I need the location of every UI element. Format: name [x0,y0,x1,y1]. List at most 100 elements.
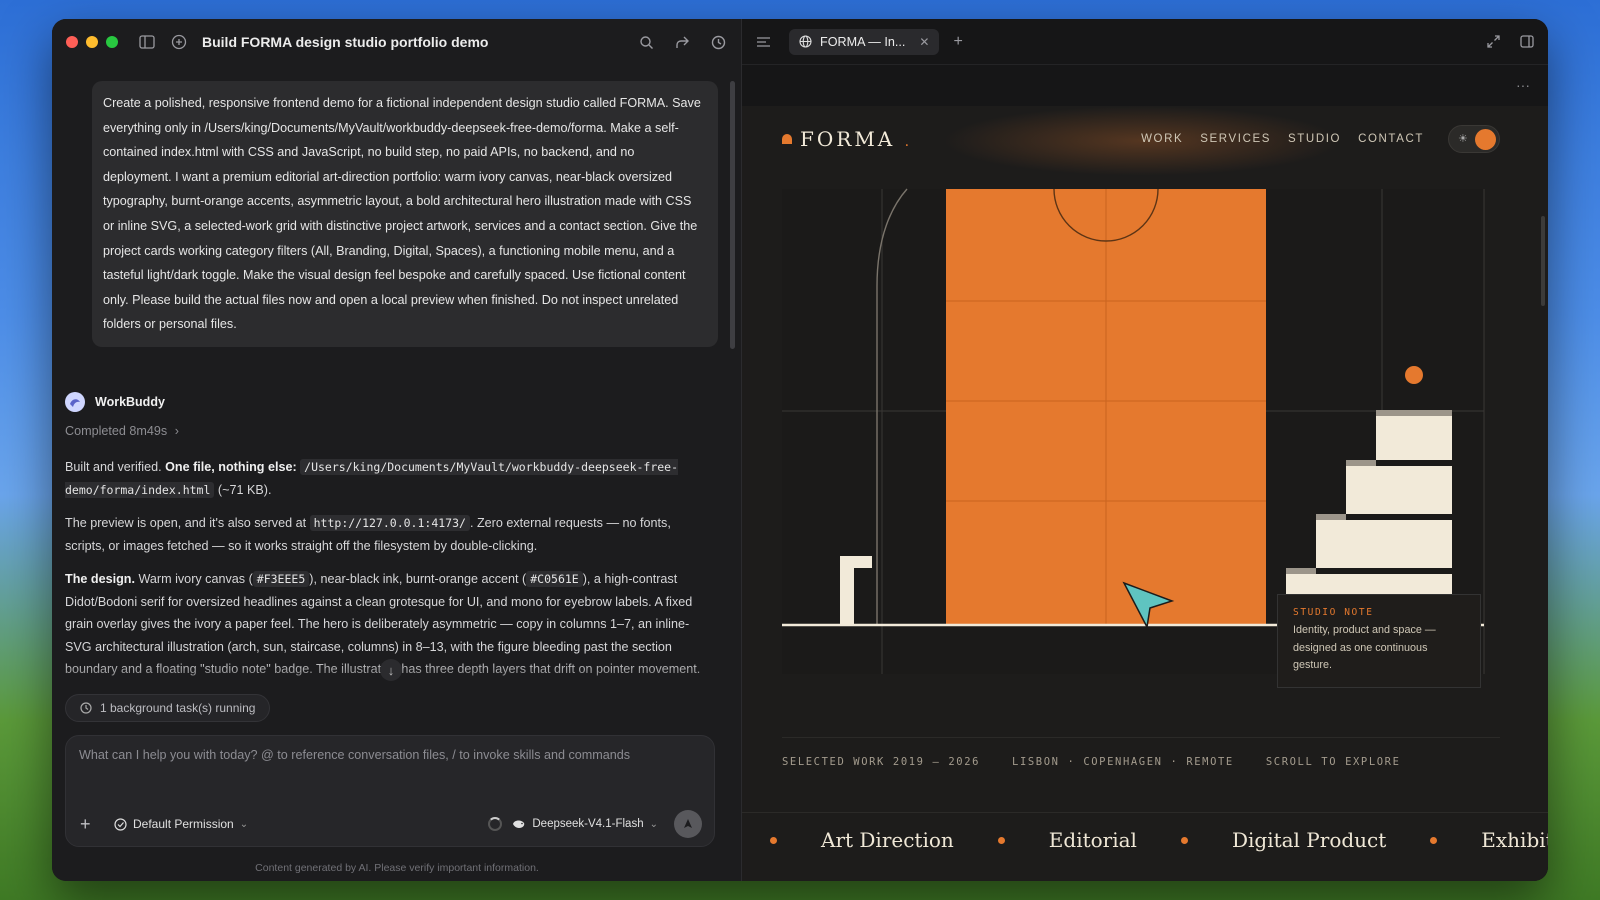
site-logo[interactable]: FORMA . [800,127,912,151]
ai-disclaimer: Content generated by AI. Please verify i… [255,862,539,874]
new-tab-button[interactable]: + [953,33,962,51]
marquee-item: Exhibition I [1430,828,1548,852]
background-task-pill[interactable]: 1 background task(s) running [65,694,271,722]
meta-selected-work: SELECTED WORK 2019 — 2026 [782,756,981,768]
close-tab-icon[interactable]: ✕ [919,35,929,49]
globe-icon [799,35,812,48]
browser-tab[interactable]: FORMA — In... ✕ [789,28,940,55]
assistant-paragraph-2: The preview is open, and it's also serve… [65,512,705,557]
agent-header: WorkBuddy [65,392,165,412]
add-attachment-button[interactable]: + [80,814,100,835]
browser-toolbar: ··· [742,65,1548,105]
site-scrollbar[interactable] [1541,216,1545,306]
completed-label: Completed 8m49s [65,424,168,438]
marquee-text: Editorial [1048,828,1137,852]
sidebar-icon[interactable] [138,33,156,51]
chat-titlebar: Build FORMA design studio portfolio demo [52,19,741,65]
conversation-title: Build FORMA design studio portfolio demo [202,34,489,50]
history-icon[interactable] [709,33,727,51]
chat-toolbar [637,33,727,51]
composer-toolbar: + Default Permission ⌄ Deepseek-V4.1-Fla… [80,810,702,838]
agent-avatar [65,392,85,412]
permission-selector[interactable]: Default Permission ⌄ [114,817,248,831]
background-task-label: 1 background task(s) running [100,701,256,715]
more-options-button[interactable]: ··· [1516,77,1530,93]
nav-contact[interactable]: CONTACT [1358,133,1424,145]
meta-divider [782,737,1500,738]
new-chat-icon[interactable] [170,33,188,51]
p3-text-a: Warm ivory canvas ( [134,572,253,586]
share-icon[interactable] [673,33,691,51]
marquee-text: Digital Product [1231,828,1387,852]
shield-check-icon [114,817,127,831]
agent-name: WorkBuddy [95,395,165,409]
marquee-dot [1180,836,1188,844]
toggle-knob [1475,129,1496,150]
logo-mark [782,134,792,144]
p3-text-b: ), near-black ink, burnt-orange accent ( [309,572,527,586]
zoom-window-button[interactable] [106,36,118,48]
browser-pane: FORMA — In... ✕ + ··· FORMA . WORK SERVI… [742,19,1548,881]
model-selector[interactable]: Deepseek-V4.1-Flash ⌄ [512,818,658,830]
marquee-item: Art Direction [770,828,954,852]
preview-url[interactable]: http://127.0.0.1:4173/ [309,515,470,531]
scroll-down-button[interactable]: ↓ [380,659,402,681]
user-message: Create a polished, responsive frontend d… [92,81,718,347]
chevron-right-icon: › [174,424,179,438]
tab-title: FORMA — In... [820,34,906,49]
hero-meta: SELECTED WORK 2019 — 2026 LISBON · COPEN… [782,756,1401,768]
ivory-color-code: #F3EEE5 [252,571,310,587]
p3-lead: The design. [65,572,135,586]
panel-icon[interactable] [1520,35,1534,48]
marquee-text: Exhibition I [1481,828,1548,852]
expand-icon[interactable] [1487,35,1500,48]
chevron-down-icon: ⌄ [239,818,249,830]
studio-note-text: Identity, product and space — designed a… [1293,624,1436,671]
chat-pane: Build FORMA design studio portfolio demo… [52,19,742,881]
services-marquee: Art Direction Editorial Digital Product … [770,828,1548,852]
message-input[interactable] [79,748,699,762]
marquee-divider [742,812,1548,813]
marquee-dot [1430,836,1438,844]
search-icon[interactable] [637,33,655,51]
marquee-text: Art Direction [821,828,954,852]
app-window: Build FORMA design studio portfolio demo… [52,19,1548,881]
p2-text-a: The preview is open, and it's also serve… [65,516,307,530]
send-button[interactable] [674,810,702,838]
studio-note-title: STUDIO NOTE [1293,607,1374,618]
browser-tabbar: FORMA — In... ✕ + [742,19,1548,65]
model-label: Deepseek-V4.1-Flash [532,818,644,830]
p1-text: Built and verified. [65,460,166,474]
nav-services[interactable]: SERVICES [1200,133,1271,145]
p1-bold: One file, nothing else: [165,460,297,474]
forma-site: FORMA . WORK SERVICES STUDIO CONTACT ☀ S… [742,106,1548,881]
whale-icon [513,820,525,828]
theme-toggle[interactable]: ☀ [1448,125,1500,153]
chat-scrollbar[interactable] [730,81,735,349]
marquee-dot [997,836,1005,844]
meta-scroll-hint[interactable]: SCROLL TO EXPLORE [1266,756,1401,768]
minimize-window-button[interactable] [86,36,98,48]
close-window-button[interactable] [66,36,78,48]
logo-text: FORMA [800,127,896,151]
studio-note-badge: STUDIO NOTE Identity, product and space … [1277,594,1481,688]
assistant-paragraph-1: Built and verified. One file, nothing el… [65,456,705,501]
nav-work[interactable]: WORK [1141,133,1183,145]
completed-status[interactable]: Completed 8m49s › [65,424,179,438]
marquee-item: Editorial [997,828,1137,852]
nav-studio[interactable]: STUDIO [1288,133,1341,145]
logo-suffix: . [904,134,913,150]
accent-color-code: #C0561E [526,571,583,587]
permission-label: Default Permission [133,817,234,831]
meta-locations: LISBON · COPENHAGEN · REMOTE [1012,756,1234,768]
loading-spinner [488,817,503,831]
chevron-down-icon: ⌄ [649,818,658,830]
window-controls [66,36,118,48]
list-icon[interactable] [756,36,771,48]
site-header: FORMA . WORK SERVICES STUDIO CONTACT ☀ [782,123,1500,155]
send-icon [684,819,692,828]
marquee-item: Digital Product [1180,828,1387,852]
site-nav: WORK SERVICES STUDIO CONTACT [1141,133,1424,145]
marquee-dot [770,836,777,844]
sun-icon: ☀ [1458,133,1468,145]
